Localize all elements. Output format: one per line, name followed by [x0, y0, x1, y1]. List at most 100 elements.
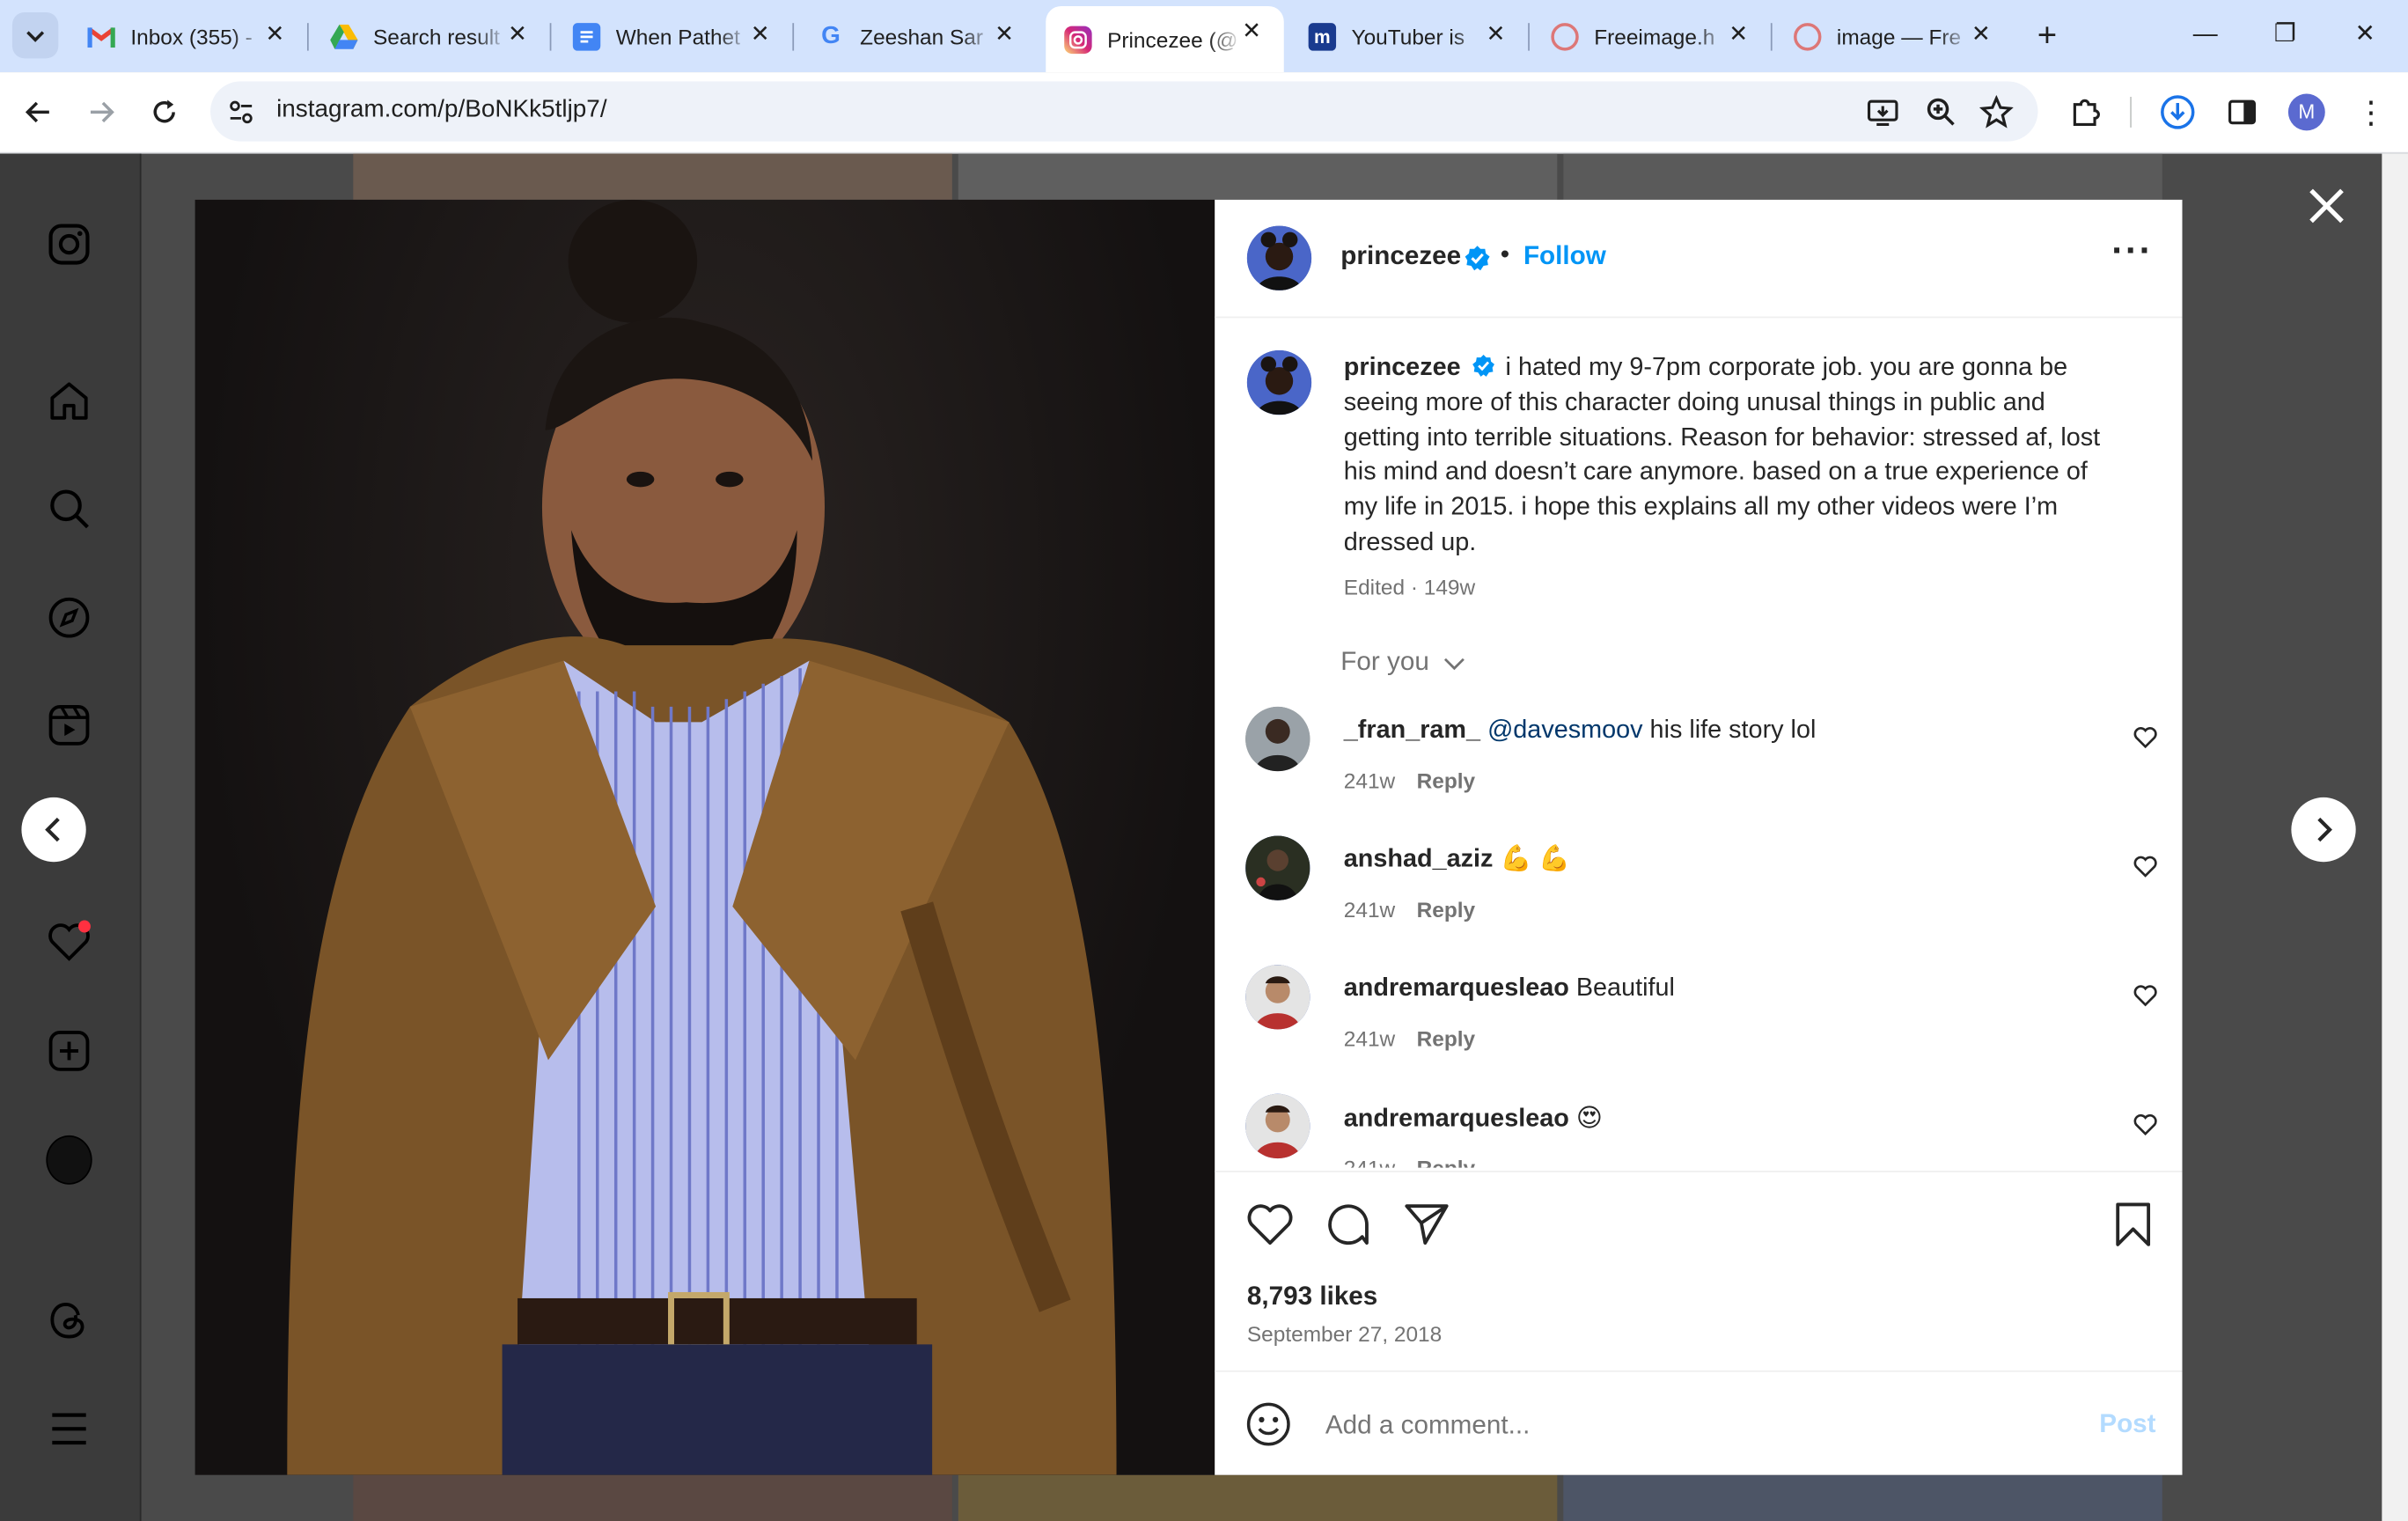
previous-post-button[interactable] — [21, 797, 86, 863]
tab-title: YouTuber is — [1351, 24, 1465, 48]
tab-drive[interactable]: Search result ✕ — [312, 9, 552, 62]
comment-mention[interactable]: @davesmoov — [1487, 716, 1642, 743]
chevron-down-icon — [1444, 657, 1465, 670]
tab-title: Freeimage.h — [1594, 24, 1715, 48]
comment-username[interactable]: _fran_ram_ — [1344, 716, 1480, 743]
reels-icon[interactable] — [46, 702, 92, 748]
new-tab-button[interactable]: + — [2016, 15, 2078, 55]
reload-button[interactable] — [143, 91, 186, 134]
comment-username[interactable]: andremarquesleao — [1344, 974, 1569, 1002]
tab-search-button[interactable] — [11, 11, 59, 59]
comment-bubble-icon[interactable] — [1324, 1200, 1373, 1249]
like-comment-heart-icon[interactable] — [2133, 983, 2158, 1008]
tab-google[interactable]: G Zeeshan Sar ✕ — [798, 9, 1036, 62]
reply-button[interactable]: Reply — [1417, 1026, 1476, 1051]
like-comment-heart-icon[interactable] — [2133, 1113, 2158, 1137]
comment-input[interactable] — [1322, 1402, 2066, 1450]
like-comment-heart-icon[interactable] — [2133, 854, 2158, 878]
avatar[interactable] — [1245, 706, 1310, 772]
close-icon[interactable]: ✕ — [1967, 21, 1994, 48]
like-heart-icon[interactable] — [1245, 1200, 1295, 1249]
close-icon[interactable]: ✕ — [1482, 21, 1509, 48]
create-post-icon[interactable] — [46, 1028, 92, 1074]
avatar[interactable] — [1245, 835, 1310, 900]
caption-text: i hated my 9-7pm corporate job. you are … — [1343, 353, 2101, 556]
avatar[interactable] — [1245, 965, 1310, 1030]
comment-text: andremarquesleao 😍 — [1344, 1103, 1603, 1134]
tab-gmail[interactable]: Inbox (355) - ✕ — [70, 9, 309, 62]
avatar[interactable] — [1245, 1093, 1310, 1159]
close-icon[interactable]: ✕ — [503, 21, 531, 48]
post-comment-button[interactable]: Post — [2099, 1409, 2155, 1440]
like-comment-heart-icon[interactable] — [2133, 725, 2158, 750]
url-text: instagram.com/p/BoNKk5tljp7/ — [276, 96, 607, 123]
comment-meta: 241w Reply — [1344, 897, 1475, 922]
close-icon[interactable]: ✕ — [990, 21, 1017, 48]
close-icon[interactable]: ✕ — [1725, 21, 1752, 48]
reply-button[interactable]: Reply — [1417, 768, 1476, 793]
reply-button[interactable]: Reply — [1417, 1156, 1476, 1168]
comments-list: _fran_ram_ @davesmoov his life story lol… — [1215, 691, 2182, 1168]
browser-tab-strip: Inbox (355) - ✕ Search result ✕ When Pat… — [0, 0, 2408, 73]
notifications-heart-icon[interactable] — [46, 919, 92, 965]
more-menu-icon[interactable] — [46, 1406, 92, 1451]
profile-avatar-button[interactable]: M — [2285, 91, 2328, 134]
share-send-icon[interactable] — [1402, 1200, 1451, 1249]
post-username[interactable]: princezee — [1340, 241, 1461, 272]
caption-username[interactable]: princezee — [1344, 353, 1461, 380]
close-window-button[interactable]: ✕ — [2334, 15, 2396, 55]
downloads-button[interactable] — [2156, 91, 2199, 134]
drive-icon — [330, 22, 358, 49]
tab-freeimage[interactable]: Freeimage.h ✕ — [1532, 9, 1773, 62]
forward-button[interactable] — [80, 91, 123, 134]
comment-username[interactable]: anshad_aziz — [1344, 845, 1494, 872]
post-caption: princezee i hated my 9-7pm corporate job… — [1344, 350, 2124, 561]
reply-button[interactable]: Reply — [1417, 897, 1476, 922]
emoji-picker-icon[interactable] — [1245, 1401, 1291, 1447]
tab-image-freeimage[interactable]: image — Fre ✕ — [1775, 9, 2013, 62]
comment-username[interactable]: andremarquesleao — [1344, 1105, 1569, 1132]
comment-time: 241w — [1343, 768, 1396, 793]
browser-menu-button[interactable]: ⋮ — [2350, 91, 2393, 134]
save-bookmark-icon[interactable] — [2109, 1200, 2158, 1249]
comment-text: andremarquesleao Beautiful — [1344, 974, 1675, 1003]
follow-button[interactable]: Follow — [1523, 241, 1606, 272]
page-scrollbar[interactable] — [2382, 153, 2408, 1521]
explore-icon[interactable] — [46, 595, 92, 641]
back-button[interactable] — [17, 91, 60, 134]
profile-avatar-icon[interactable] — [46, 1135, 92, 1185]
home-icon[interactable] — [46, 378, 92, 423]
close-icon[interactable]: ✕ — [261, 21, 289, 48]
instagram-logo-icon[interactable] — [46, 221, 92, 267]
browser-toolbar: instagram.com/p/BoNKk5tljp7/ M ⋮ — [0, 72, 2408, 154]
threads-icon[interactable] — [46, 1297, 92, 1342]
install-app-icon[interactable] — [1866, 95, 1899, 129]
likes-count[interactable]: 8,793 likes — [1247, 1282, 1377, 1312]
avatar[interactable] — [1246, 349, 1312, 415]
site-settings-icon[interactable] — [227, 99, 254, 126]
side-panel-button[interactable] — [2221, 91, 2264, 134]
gmail-icon — [87, 22, 115, 49]
search-icon[interactable] — [46, 486, 92, 532]
more-options-icon[interactable]: ··· — [2111, 231, 2153, 274]
extensions-button[interactable] — [2064, 91, 2107, 134]
tab-docs[interactable]: When Pathet ✕ — [554, 9, 795, 62]
bookmark-star-icon[interactable] — [1979, 95, 2014, 129]
verified-badge-icon — [1472, 355, 1494, 377]
tab-youtuber[interactable]: m YouTuber is ✕ — [1290, 9, 1530, 62]
close-icon[interactable]: ✕ — [746, 21, 774, 48]
comment-filter-dropdown[interactable]: For you — [1340, 647, 1467, 678]
close-icon[interactable] — [2307, 186, 2346, 225]
restore-button[interactable]: ❐ — [2255, 15, 2316, 55]
next-post-button[interactable] — [2291, 797, 2356, 863]
avatar[interactable] — [1246, 225, 1312, 290]
tab-title: image — Fre — [1836, 24, 1962, 48]
tab-instagram[interactable]: Princezee (@ ✕ — [1046, 5, 1284, 73]
close-icon[interactable]: ✕ — [1237, 18, 1265, 46]
post-header: princezee • Follow ··· — [1215, 200, 2183, 319]
minimize-button[interactable]: — — [2175, 15, 2236, 55]
puzzle-icon — [2073, 99, 2100, 126]
zoom-icon[interactable] — [1924, 95, 1957, 129]
address-bar[interactable]: instagram.com/p/BoNKk5tljp7/ — [210, 81, 2038, 142]
comment-filter-label: For you — [1340, 646, 1429, 677]
